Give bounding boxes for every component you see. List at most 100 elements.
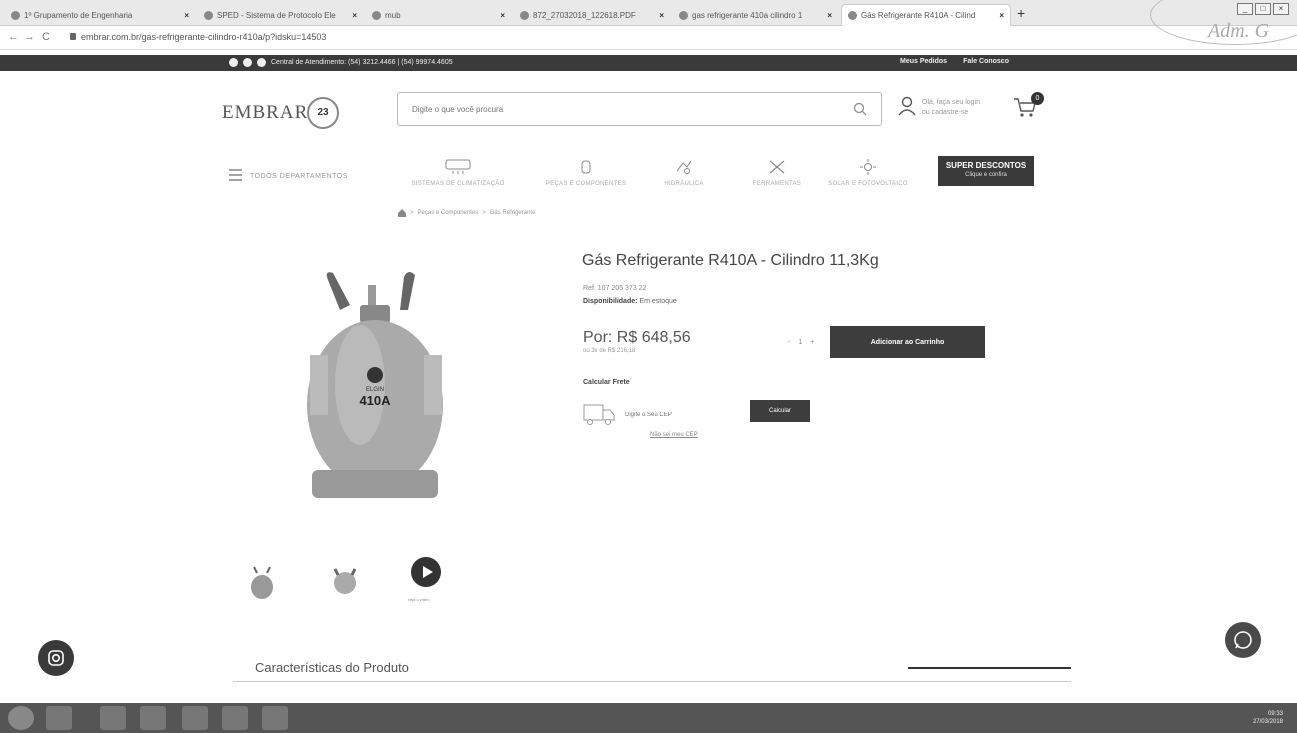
- characteristics-title: Características do Produto: [255, 660, 409, 675]
- instagram-icon[interactable]: [243, 58, 252, 67]
- url-field[interactable]: embrar.com.br/gas-refrigerante-cilindro-…: [70, 32, 326, 42]
- tab-favicon-icon: [520, 10, 529, 20]
- breadcrumb-item[interactable]: Gás Refrigerante: [490, 210, 536, 216]
- tab-label: 872_27032018_122618.PDF: [533, 10, 636, 20]
- browser-tab[interactable]: 1º Grupamento de Engenharia ×: [5, 4, 195, 26]
- browser-tab[interactable]: 872_27032018_122618.PDF ×: [514, 4, 670, 26]
- category-label: HIDRÁULICA: [664, 181, 704, 187]
- home-icon[interactable]: [398, 209, 406, 217]
- youtube-icon[interactable]: [257, 58, 266, 67]
- installments: ou 3x de R$ 216,18: [583, 348, 636, 354]
- close-tab-icon[interactable]: ×: [500, 11, 505, 20]
- section-accent-line: [908, 667, 1071, 669]
- paint-taskbar-icon[interactable]: [222, 706, 248, 730]
- close-tab-icon[interactable]: ×: [352, 11, 357, 20]
- category-climatization[interactable]: SISTEMAS DE CLIMATIZAÇÃO: [398, 159, 518, 187]
- system-clock[interactable]: 09:33 27/03/2018: [1253, 710, 1283, 726]
- media-taskbar-icon[interactable]: [140, 706, 166, 730]
- user-icon[interactable]: [898, 96, 916, 116]
- quantity-increase-button[interactable]: +: [810, 339, 814, 346]
- whatsapp-icon: [1234, 631, 1252, 649]
- back-arrow-icon[interactable]: ←: [8, 31, 19, 43]
- calculate-shipping-button[interactable]: Calcular: [750, 400, 810, 422]
- tab-label: 1º Grupamento de Engenharia: [24, 10, 133, 20]
- clock-time: 09:33: [1267, 711, 1283, 717]
- close-tab-icon[interactable]: ×: [999, 11, 1004, 20]
- breadcrumb-separator: >: [410, 210, 414, 216]
- tools-icon: [769, 160, 785, 174]
- lock-icon: [70, 33, 76, 40]
- category-parts[interactable]: PEÇAS E COMPONENTES: [533, 159, 639, 187]
- close-tab-icon[interactable]: ×: [827, 11, 832, 20]
- tab-favicon-icon: [679, 10, 688, 20]
- cylinder-label: 410A: [359, 393, 391, 408]
- close-tab-icon[interactable]: ×: [184, 11, 189, 20]
- instagram-icon: [48, 650, 64, 666]
- browser-tab-active[interactable]: Gás Refrigerante R410A - Cilind ×: [841, 4, 1011, 26]
- tab-label: gas refrigerante 410a cilindro 1: [692, 10, 803, 20]
- category-tools[interactable]: FERRAMENTAS: [744, 159, 810, 187]
- truck-icon: [583, 404, 615, 425]
- quantity-decrease-button[interactable]: -: [788, 339, 790, 346]
- site-logo[interactable]: EMBRAR: [222, 102, 308, 124]
- shipping-title: Calcular Frete: [583, 379, 630, 386]
- close-tab-icon[interactable]: ×: [659, 11, 664, 20]
- component-icon: [581, 160, 591, 174]
- contact-us-link[interactable]: Fale Conosco: [963, 58, 1009, 65]
- tab-label: mub: [385, 10, 401, 20]
- video-thumbnail[interactable]: [411, 557, 441, 587]
- air-conditioner-icon: [445, 159, 471, 174]
- breadcrumb-separator: >: [482, 210, 486, 216]
- document-taskbar-icon[interactable]: [262, 706, 288, 730]
- quantity-stepper: - 1 +: [788, 339, 814, 346]
- explorer-taskbar-icon[interactable]: [100, 706, 126, 730]
- add-to-cart-button[interactable]: Adicionar ao Carrinho: [830, 326, 985, 358]
- login-link[interactable]: Olá, faça seu login ou cadastre-se: [922, 98, 1002, 118]
- unknown-cep-link[interactable]: Não sei meu CEP: [650, 432, 698, 438]
- search-input[interactable]: [398, 93, 838, 125]
- breadcrumb-item[interactable]: Peças e Componentes: [418, 210, 479, 216]
- address-bar: ← → C embrar.com.br/gas-refrigerante-cil…: [0, 26, 1297, 50]
- forward-arrow-icon[interactable]: →: [24, 31, 35, 43]
- new-tab-button[interactable]: +: [1017, 5, 1025, 21]
- instagram-float-button[interactable]: [38, 640, 74, 676]
- os-taskbar: 09:33 27/03/2018: [0, 703, 1297, 733]
- browser-tab[interactable]: gas refrigerante 410a cilindro 1 ×: [673, 4, 838, 26]
- super-discounts-banner[interactable]: SUPER DESCONTOS Clique e confira: [938, 156, 1034, 186]
- cep-input[interactable]: [622, 408, 732, 422]
- category-label: SISTEMAS DE CLIMATIZAÇÃO: [411, 181, 505, 187]
- product-thumbnail[interactable]: [247, 565, 277, 600]
- url-text: embrar.com.br/gas-refrigerante-cilindro-…: [81, 32, 327, 42]
- brand-logo-icon: [367, 367, 383, 383]
- quantity-value[interactable]: 1: [798, 339, 802, 346]
- all-departments-link[interactable]: TODOS DEPARTAMENTOS: [250, 173, 348, 180]
- reload-icon[interactable]: C: [42, 31, 50, 43]
- clock-date: 27/03/2018: [1252, 719, 1283, 725]
- contact-info: Central de Atendimento: (54) 3212.4466 |…: [271, 59, 453, 66]
- promo-subtitle: Clique e confira: [965, 172, 1007, 178]
- whatsapp-float-button[interactable]: [1225, 622, 1261, 658]
- tab-favicon-icon: [204, 10, 213, 20]
- category-hydraulic[interactable]: HIDRÁULICA: [654, 159, 714, 187]
- tab-label: Gás Refrigerante R410A - Cilind: [861, 11, 976, 20]
- breadcrumb: > Peças e Componentes > Gás Refrigerante: [398, 209, 535, 217]
- browser-tab[interactable]: mub ×: [366, 4, 511, 26]
- video-label: veja o vídeo: [408, 597, 430, 602]
- hamburger-menu-icon[interactable]: [229, 169, 242, 181]
- facebook-icon[interactable]: [229, 58, 238, 67]
- ie-taskbar-icon[interactable]: [46, 706, 72, 730]
- my-orders-link[interactable]: Meus Pedidos: [900, 58, 947, 65]
- category-label: PEÇAS E COMPONENTES: [545, 181, 627, 187]
- play-icon: [423, 566, 433, 578]
- cart-count-badge: 0: [1031, 92, 1044, 105]
- search-icon[interactable]: [853, 102, 867, 116]
- product-image[interactable]: ELGIN 410A: [300, 265, 450, 515]
- product-thumbnail[interactable]: [330, 565, 360, 600]
- chrome-taskbar-icon[interactable]: [182, 706, 208, 730]
- category-solar[interactable]: SOLAR E FOTOVOLTAICO: [818, 159, 918, 187]
- browser-tab[interactable]: SPED - Sistema de Protocolo Ele ×: [198, 4, 363, 26]
- tab-favicon-icon: [11, 10, 20, 20]
- category-label: FERRAMENTAS: [752, 181, 802, 187]
- start-button[interactable]: [8, 706, 34, 730]
- search-box: [397, 92, 882, 126]
